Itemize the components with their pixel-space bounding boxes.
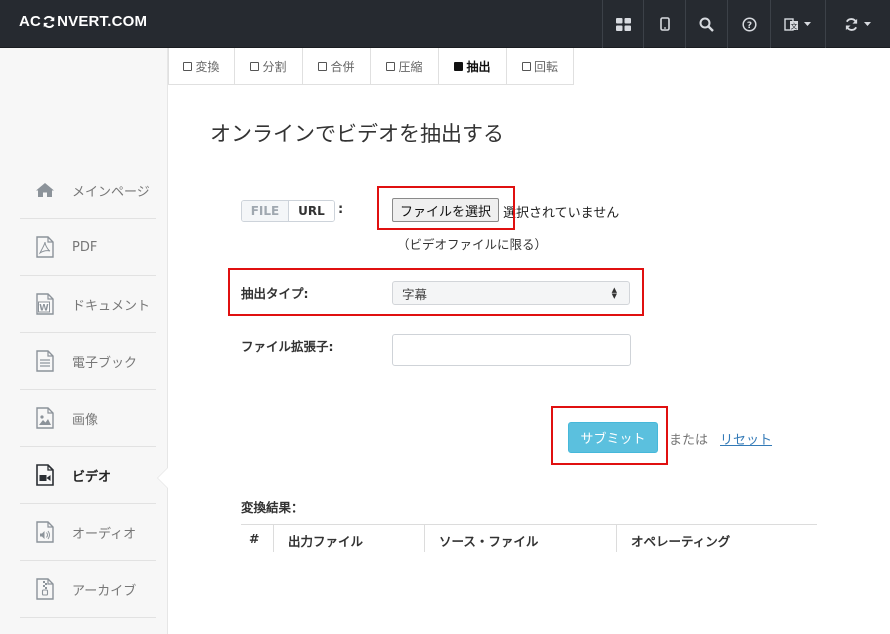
highlight-box-extract-type [228,268,644,316]
sidebar-item-label: 画像 [72,412,99,428]
source-colon: : [338,202,344,217]
sidebar-item-label: 電子ブック [72,355,138,371]
home-icon [32,177,58,203]
language-icon: 文 [784,17,798,31]
highlight-box-file [377,186,515,230]
archive-icon [32,576,58,602]
caret-down-icon [804,22,811,26]
or-text: または [669,433,709,448]
brand-prefix: AC [19,13,42,30]
tab-compress[interactable]: 圧縮 [371,48,439,85]
reset-link[interactable]: リセット [720,429,772,448]
extension-input[interactable] [392,334,631,366]
tab-split[interactable]: 分割 [235,48,303,85]
image-icon [32,405,58,431]
url-source-button[interactable]: URL [289,201,334,221]
file-source-button[interactable]: FILE [242,201,289,221]
ebook-icon [32,348,58,374]
sidebar-item-video[interactable]: ビデオ [20,447,156,504]
tool-tabs: 変換 分割 合併 圧縮 抽出 回転 [168,48,574,85]
checkbox-icon [521,62,531,71]
language-dropdown[interactable]: 文 [770,0,825,48]
search-button[interactable] [685,0,727,48]
video-icon [32,462,58,488]
column-divider [424,524,425,552]
column-header-source: ソース・ファイル [439,534,539,549]
results-title: 変換結果： [241,500,304,515]
checkbox-icon [454,62,464,71]
help-icon: ? [741,16,757,32]
svg-text:W: W [39,304,49,314]
sidebar-item-documents[interactable]: W ドキュメント [20,276,156,333]
caret-down-icon [864,22,871,26]
tab-convert[interactable]: 変換 [168,48,235,85]
column-header-index: # [249,531,260,546]
refresh-icon [845,17,858,31]
tab-label: 抽出 [466,60,491,74]
apps-grid-button[interactable] [602,0,643,48]
mobile-button[interactable] [643,0,685,48]
column-divider [616,524,617,552]
sidebar-item-images[interactable]: 画像 [20,390,156,447]
brand-suffix: NVERT.COM [57,13,148,30]
tab-label: 合併 [330,60,355,74]
sidebar-item-label: PDF [72,239,98,255]
sidebar-item-ebooks[interactable]: 電子ブック [20,333,156,390]
grid-icon [615,17,631,31]
svg-text:?: ? [746,21,751,31]
results-divider [241,524,817,525]
tab-label: 圧縮 [398,60,423,74]
sidebar-item-audio[interactable]: オーディオ [20,504,156,561]
file-hint: （ビデオファイルに限る） [397,237,548,252]
tab-merge[interactable]: 合併 [303,48,371,85]
sidebar-item-archives[interactable]: アーカイブ [20,561,156,618]
pdf-icon [32,234,58,260]
column-divider [273,524,274,552]
sidebar-item-label: アーカイブ [72,583,137,599]
checkbox-icon [386,62,396,71]
sidebar-item-label: メインページ [72,184,150,200]
sidebar-item-home[interactable]: メインページ [20,162,156,219]
top-navbar: AC NVERT.COM ? 文 [0,0,890,48]
highlight-box-submit [551,406,668,465]
tab-extract[interactable]: 抽出 [439,48,507,85]
brand-refresh-icon [43,15,55,28]
column-header-output: 出力ファイル [288,534,364,549]
search-icon [699,17,714,32]
tab-label: 変換 [195,60,220,74]
sidebar-item-label: ビデオ [72,469,112,485]
checkbox-icon [250,62,260,71]
page-title: オンラインでビデオを抽出する [210,122,504,146]
checkbox-icon [183,62,193,71]
sidebar-item-label: オーディオ [72,526,137,542]
site-logo[interactable]: AC NVERT.COM [19,13,147,30]
tab-label: 回転 [533,60,558,74]
file-status: 選択されていません [503,206,620,221]
tab-rotate[interactable]: 回転 [507,48,574,85]
svg-text:文: 文 [791,21,798,30]
sidebar-item-pdf[interactable]: PDF [20,219,156,276]
extension-label: ファイル拡張子: [241,339,334,354]
audio-icon [32,519,58,545]
refresh-dropdown[interactable] [825,0,890,48]
mobile-icon [659,17,670,31]
source-toggle: FILE URL [241,200,335,222]
sidebar-item-label: ドキュメント [72,298,151,314]
active-indicator [158,468,168,488]
word-icon: W [32,291,58,317]
tab-label: 分割 [262,60,287,74]
help-button[interactable]: ? [727,0,770,48]
column-header-operation: オペレーティング [631,534,731,549]
checkbox-icon [318,62,328,71]
